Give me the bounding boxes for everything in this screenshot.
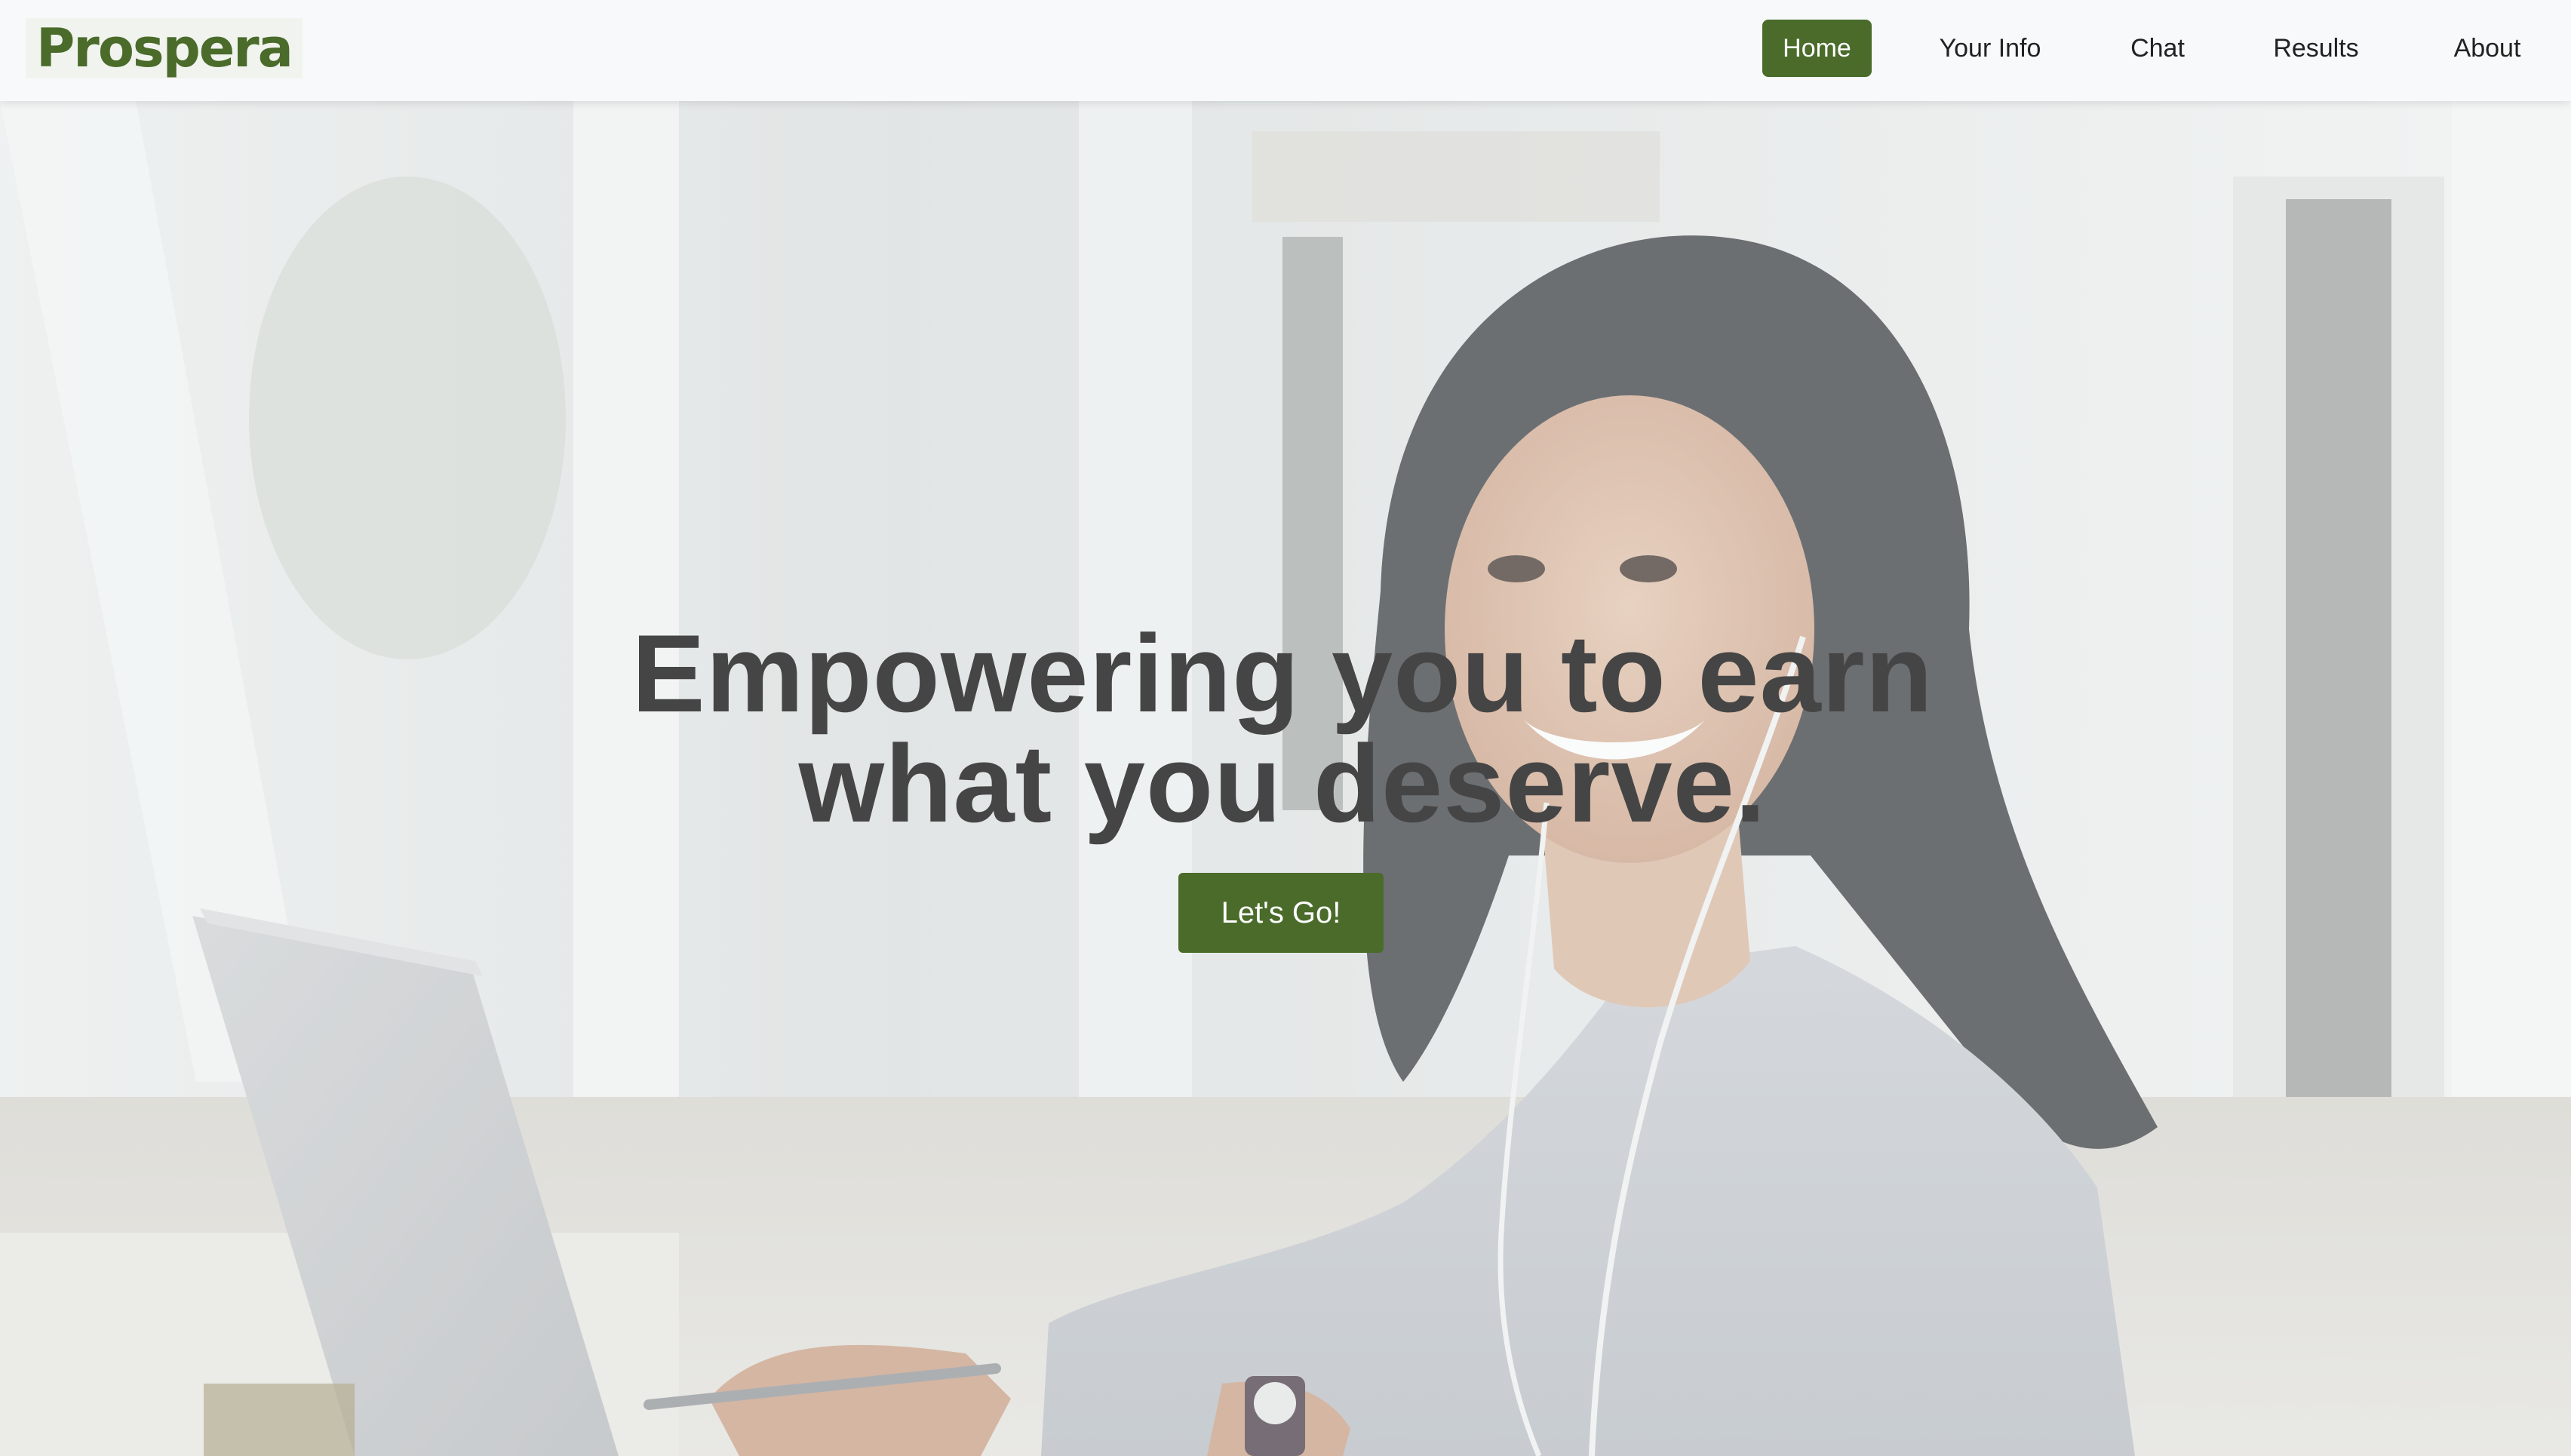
nav-item-results[interactable]: Results xyxy=(2256,20,2376,77)
lets-go-button[interactable]: Let's Go! xyxy=(1178,873,1384,953)
navbar: Prospera Home Your Info Chat Results Abo… xyxy=(0,0,2571,101)
nav-item-about[interactable]: About xyxy=(2431,20,2544,77)
nav-links: Home Your Info Chat Results About xyxy=(0,0,2571,101)
nav-item-home[interactable]: Home xyxy=(1762,20,1872,77)
hero-headline-line-2: what you deserve. xyxy=(798,722,1767,845)
hero-headline: Empowering you to earn what you deserve. xyxy=(528,619,2037,839)
nav-item-chat[interactable]: Chat xyxy=(2105,20,2210,77)
nav-item-your-info[interactable]: Your Info xyxy=(1916,20,2064,77)
page: Prospera Home Your Info Chat Results Abo… xyxy=(0,0,2571,1456)
hero-headline-line-1: Empowering you to earn xyxy=(631,612,1934,735)
